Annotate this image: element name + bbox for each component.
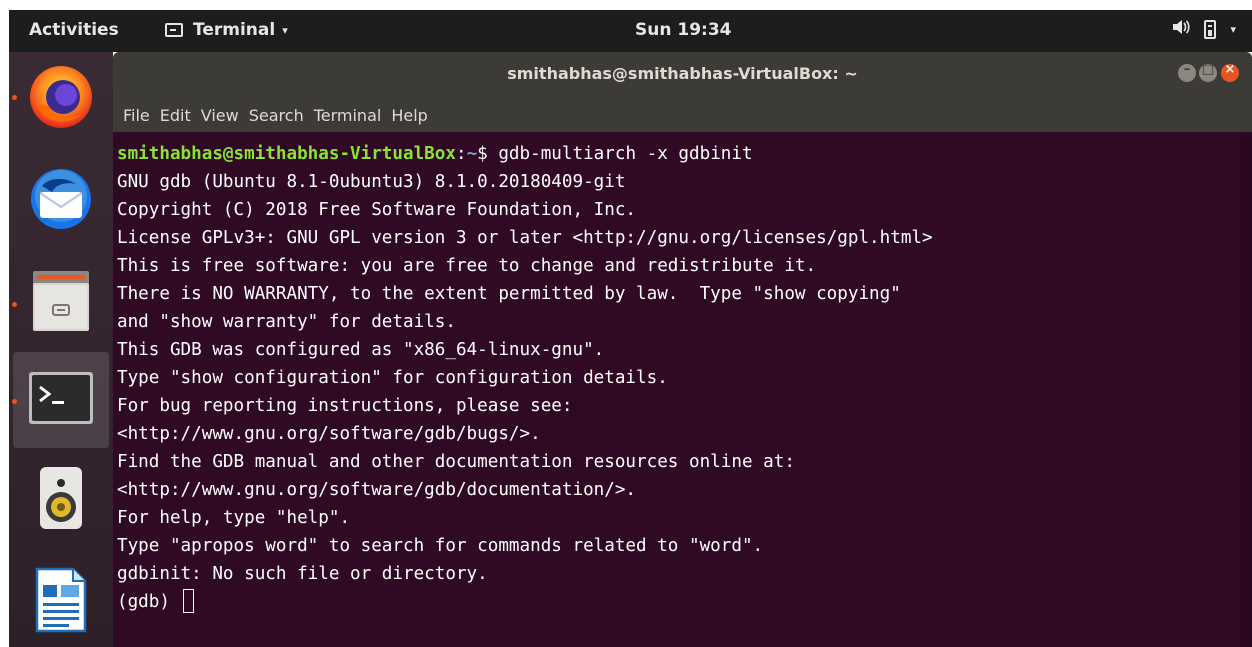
terminal-icon [165, 23, 183, 37]
terminal-output[interactable]: smithabhas@smithabhas-VirtualBox:~$ gdb-… [113, 132, 1252, 647]
gdb-prompt-line: (gdb) [117, 588, 1252, 616]
menu-edit[interactable]: Edit [155, 100, 196, 125]
firefox-icon [28, 64, 94, 134]
output-line: gdbinit: No such file or directory. [117, 564, 488, 584]
files-icon [29, 267, 93, 337]
output-line: Copyright (C) 2018 Free Software Foundat… [117, 200, 637, 220]
prompt-path: ~ [466, 144, 478, 164]
menu-terminal[interactable]: Terminal [309, 100, 387, 125]
output-line: There is NO WARRANTY, to the extent perm… [117, 284, 901, 304]
system-menu[interactable]: ▾ [1172, 19, 1236, 39]
running-indicator [12, 302, 17, 307]
output-line: <http://www.gnu.org/software/gdb/bugs/>. [117, 424, 541, 444]
output-line: For help, type "help". [117, 508, 351, 528]
prompt-separator: : [455, 144, 467, 164]
output-line: and "show warranty" for details. [117, 312, 456, 332]
dock-item-firefox[interactable] [9, 52, 113, 134]
minimize-button[interactable]: – [1178, 62, 1196, 82]
terminal-window: smithabhas@smithabhas-VirtualBox: ~ – □ … [113, 52, 1252, 647]
volume-icon [1172, 19, 1191, 39]
command-text: gdb-multiarch -x gdbinit [498, 144, 753, 164]
output-line: License GPLv3+: GNU GPL version 3 or lat… [117, 228, 933, 248]
minimize-icon: – [1183, 62, 1191, 77]
output-line: GNU gdb (Ubuntu 8.1-0ubuntu3) 8.1.0.2018… [117, 172, 626, 192]
scrollbar[interactable] [1240, 132, 1252, 647]
menu-search[interactable]: Search [244, 100, 309, 125]
output-line: Type "show configuration" for configurat… [117, 368, 668, 388]
app-menu[interactable]: Terminal ▾ [165, 20, 288, 40]
dock-item-terminal[interactable] [12, 352, 109, 448]
menu-file[interactable]: File [118, 100, 155, 125]
maximize-button[interactable]: □ [1199, 62, 1217, 82]
maximize-icon: □ [1201, 62, 1215, 77]
app-menu-label: Terminal [193, 20, 276, 40]
gdb-prompt: (gdb) [117, 592, 181, 612]
output-line: This GDB was configured as "x86_64-linux… [117, 340, 605, 360]
prompt-dollar: $ [477, 144, 499, 164]
chevron-down-icon: ▾ [282, 23, 288, 37]
menu-view[interactable]: View [196, 100, 244, 125]
output-line: For bug reporting instructions, please s… [117, 396, 573, 416]
top-bar: Activities Terminal ▾ Sun 19:34 ▾ [9, 10, 1252, 52]
output-line: Find the GDB manual and other documentat… [117, 452, 795, 472]
dock-item-rhythmbox[interactable] [9, 458, 113, 540]
window-title: smithabhas@smithabhas-VirtualBox: ~ [507, 64, 858, 83]
document-icon [35, 567, 87, 637]
dock-item-files[interactable] [9, 262, 113, 344]
clock[interactable]: Sun 19:34 [635, 20, 731, 40]
prompt-user: smithabhas@smithabhas-VirtualBox [117, 144, 456, 164]
battery-icon [1204, 19, 1217, 39]
output-line: This is free software: you are free to c… [117, 256, 817, 276]
output-line: Type "apropos word" to search for comman… [117, 536, 764, 556]
menu-bar: File Edit View Search Terminal Help [113, 100, 1252, 132]
output-line: <http://www.gnu.org/software/gdb/documen… [117, 480, 637, 500]
chevron-down-icon: ▾ [1230, 22, 1236, 36]
terminal-icon [28, 371, 94, 429]
running-indicator [12, 95, 17, 100]
thunderbird-icon [28, 166, 94, 236]
close-button[interactable]: × [1221, 62, 1239, 82]
text-cursor [182, 589, 194, 613]
dock-item-thunderbird[interactable] [9, 156, 113, 238]
activities-button[interactable]: Activities [29, 20, 119, 40]
dock-item-libreoffice-writer[interactable] [9, 552, 113, 634]
dock [9, 52, 113, 647]
running-indicator [12, 399, 17, 404]
command-line: smithabhas@smithabhas-VirtualBox:~$ gdb-… [117, 140, 1252, 168]
speaker-icon [36, 465, 86, 535]
menu-help[interactable]: Help [386, 100, 432, 125]
close-icon: × [1224, 62, 1236, 77]
window-titlebar[interactable]: smithabhas@smithabhas-VirtualBox: ~ – □ … [113, 52, 1252, 100]
